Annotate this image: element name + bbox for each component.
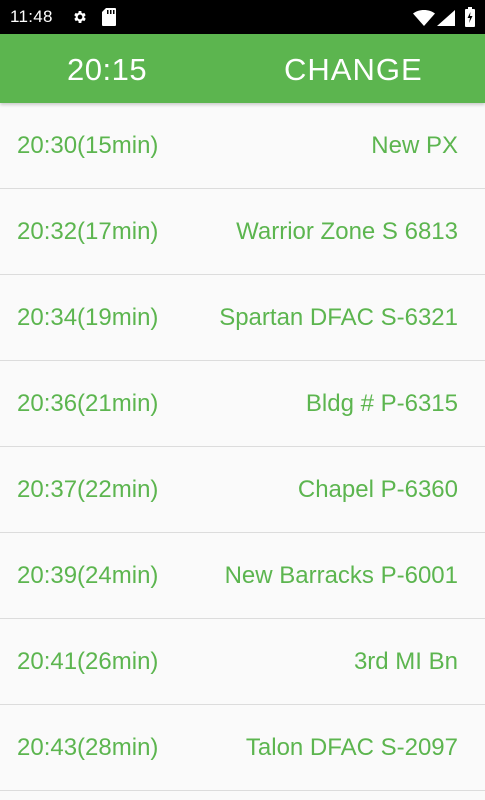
list-item[interactable]: 20:30(15min) New PX xyxy=(0,103,485,189)
stop-name: Spartan DFAC S-6321 xyxy=(219,304,458,331)
list-item[interactable]: 20:32(17min) Warrior Zone S 6813 xyxy=(0,189,485,275)
stop-name: Chapel P-6360 xyxy=(297,476,458,503)
stop-time: 20:34(19min) xyxy=(17,304,159,331)
list-item[interactable]: 20:41(26min) 3rd MI Bn xyxy=(0,619,485,705)
list-item[interactable]: 20:43(28min) Talon DFAC S-2097 xyxy=(0,705,485,791)
selected-time[interactable]: 20:15 xyxy=(67,52,147,88)
stop-time: 20:32(17min) xyxy=(17,218,159,245)
stop-time: 20:41(26min) xyxy=(17,648,159,675)
status-time: 11:48 xyxy=(10,7,53,26)
wifi-icon xyxy=(413,10,435,26)
stop-time: 20:37(22min) xyxy=(17,476,159,503)
battery-icon xyxy=(465,7,475,27)
stop-name: Bldg # P-6315 xyxy=(305,390,458,417)
stop-name: Talon DFAC S-2097 xyxy=(245,734,458,761)
stop-time: 20:36(21min) xyxy=(17,390,159,417)
stop-name: New Barracks P-6001 xyxy=(224,562,458,589)
stop-name: New PX xyxy=(371,132,458,159)
list-item[interactable]: 20:39(24min) New Barracks P-6001 xyxy=(0,533,485,619)
list-item[interactable]: 20:37(22min) Chapel P-6360 xyxy=(0,447,485,533)
stop-time: 20:30(15min) xyxy=(17,132,159,159)
toolbar: 20:15 CHANGE xyxy=(0,34,485,103)
change-button[interactable]: CHANGE xyxy=(284,52,423,88)
status-bar: 11:48 xyxy=(0,0,485,34)
sd-card-icon xyxy=(102,8,116,26)
stop-name: 3rd MI Bn xyxy=(353,648,458,675)
stop-time: 20:39(24min) xyxy=(17,562,159,589)
stop-name: Warrior Zone S 6813 xyxy=(236,218,458,245)
stop-time: 20:43(28min) xyxy=(17,734,159,761)
list-item[interactable]: 20:36(21min) Bldg # P-6315 xyxy=(0,361,485,447)
list-item[interactable]: 20:34(19min) Spartan DFAC S-6321 xyxy=(0,275,485,361)
signal-icon xyxy=(437,10,455,26)
gear-icon xyxy=(74,11,86,23)
stop-list[interactable]: 20:30(15min) New PX 20:32(17min) Warrior… xyxy=(0,103,485,800)
